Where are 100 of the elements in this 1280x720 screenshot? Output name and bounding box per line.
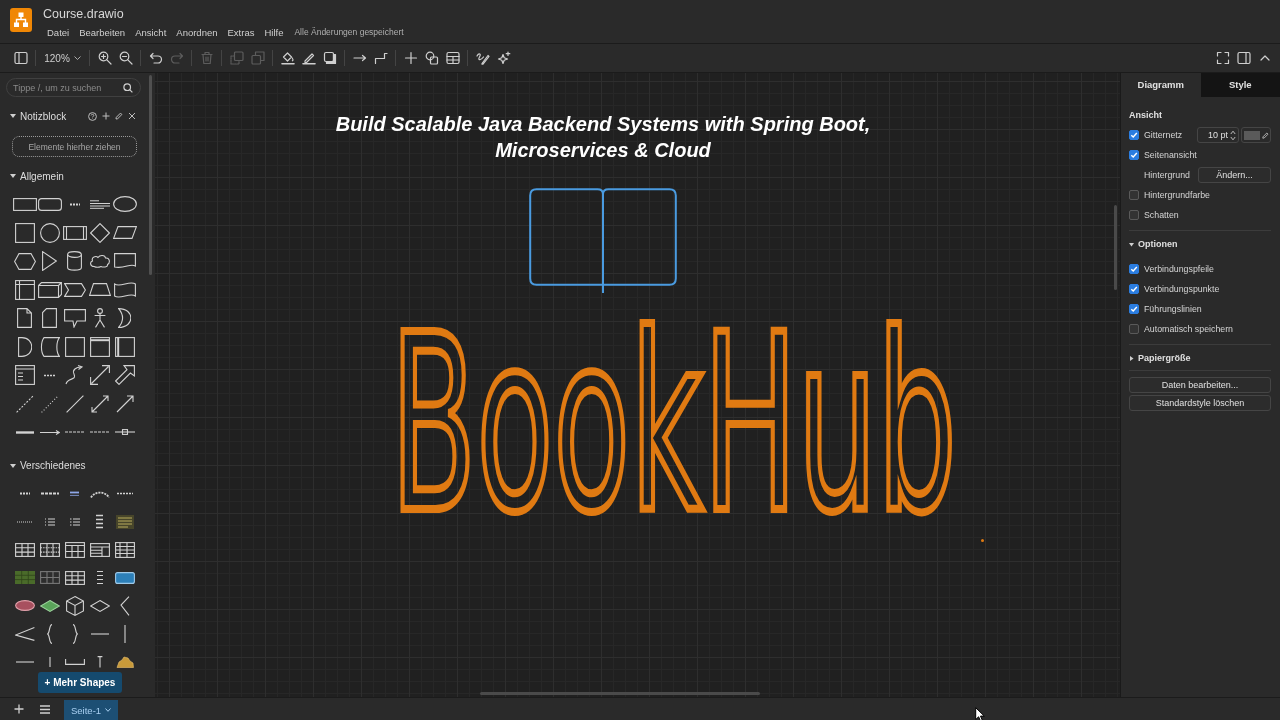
caret-down-icon[interactable] (10, 173, 16, 179)
diamond-shape-icon[interactable] (89, 222, 110, 243)
checkbox[interactable] (1129, 324, 1139, 334)
block-arrow-shape-icon[interactable] (114, 365, 135, 386)
dashed-bar-icon[interactable] (40, 492, 59, 495)
cube-shape-icon[interactable] (37, 281, 62, 298)
bulleted-list-shape-icon[interactable] (44, 517, 55, 526)
dashed-line-shape-icon[interactable] (15, 394, 34, 413)
section-title[interactable]: Verschiedenes (20, 460, 86, 471)
caret-down-icon[interactable] (10, 113, 16, 119)
fullscreen-icon[interactable] (1215, 51, 1230, 65)
checkbox[interactable] (1129, 264, 1139, 274)
paint-bucket-icon[interactable] (280, 51, 295, 65)
numbered-list-shape-icon[interactable] (69, 517, 80, 526)
rock-icon[interactable] (115, 655, 134, 668)
callout-shape-icon[interactable] (63, 308, 86, 328)
checkbox[interactable] (1129, 190, 1139, 200)
menu-item[interactable]: Bearbeiten (74, 26, 131, 39)
table-icon[interactable] (445, 51, 460, 65)
card-shape-icon[interactable] (42, 308, 57, 329)
search-icon[interactable] (123, 82, 133, 93)
menu-item[interactable]: Anordnen (171, 26, 223, 39)
tape-shape-icon[interactable] (113, 280, 136, 299)
cylinder-shape-icon[interactable] (67, 251, 82, 272)
pencil-icon[interactable] (301, 51, 316, 65)
hexagon-shape-icon[interactable] (13, 252, 36, 270)
textbox-shape-icon[interactable] (89, 199, 110, 209)
checkbox[interactable] (1129, 130, 1139, 140)
note-block-shape-icon[interactable] (115, 514, 134, 529)
dashed-connector-shape-icon[interactable] (89, 430, 110, 435)
process-shape-icon[interactable] (62, 225, 87, 240)
underline-shape-icon[interactable] (70, 491, 79, 496)
document-title[interactable]: Course.drawio (43, 6, 124, 22)
rounded-rectangle-shape-icon[interactable] (114, 571, 135, 584)
shadow-icon[interactable] (322, 51, 337, 65)
plus-icon[interactable] (102, 112, 110, 120)
thick-line-shape-icon[interactable] (15, 430, 34, 434)
section-title[interactable]: Notizblock (20, 110, 67, 122)
actor-shape-icon[interactable] (93, 308, 106, 329)
vertical-container-shape-icon[interactable] (114, 336, 135, 357)
menu-item[interactable]: Ansicht (130, 26, 172, 39)
item-list-shape-icon[interactable] (95, 513, 104, 530)
square-shape-icon[interactable] (14, 222, 35, 243)
double-arrow-shape-icon[interactable] (89, 365, 110, 386)
cube-shape-icon[interactable] (65, 595, 84, 616)
square-shape-icon[interactable] (64, 336, 85, 357)
freehand-icon[interactable] (475, 51, 490, 65)
plus-icon[interactable] (14, 704, 24, 714)
right-brace-shape-icon[interactable] (71, 623, 78, 644)
help-icon[interactable] (88, 111, 97, 121)
horizontal-scrollbar[interactable] (480, 692, 760, 695)
checkbox[interactable] (1129, 284, 1139, 294)
table-with-header-shape-icon[interactable] (64, 541, 85, 558)
zoom-out-icon[interactable] (118, 51, 133, 65)
dotted-bar-icon[interactable] (69, 202, 80, 206)
grid-size-field[interactable]: 10 pt (1197, 127, 1239, 143)
container-shape-icon[interactable] (89, 336, 110, 357)
bracket-shape-icon[interactable] (64, 658, 85, 665)
more-shapes-button[interactable]: + Mehr Shapes (38, 672, 122, 693)
line-shape-icon[interactable] (65, 394, 84, 413)
plus-icon[interactable] (403, 51, 418, 65)
change-background-button[interactable]: Ändern... (1198, 167, 1271, 183)
parallelogram-shape-icon[interactable] (112, 226, 137, 240)
sidebar-panel-icon[interactable] (13, 51, 28, 65)
menu-item[interactable]: Extras (222, 26, 260, 39)
document-shape-icon[interactable] (113, 253, 136, 270)
curved-arrow-shape-icon[interactable] (64, 365, 85, 386)
angled-line-shape-icon[interactable] (14, 626, 35, 641)
list-table-shape-icon[interactable] (89, 542, 110, 557)
elbow-connector-icon[interactable] (373, 51, 388, 65)
dotted-bar-icon[interactable] (116, 492, 133, 495)
rectangle-shape-icon[interactable] (12, 197, 37, 211)
internal-storage-shape-icon[interactable] (14, 279, 35, 300)
search-field[interactable]: Tippe /, um zu suchen (6, 78, 141, 97)
diamond-shape-icon[interactable] (89, 599, 110, 612)
chevron-shape-icon[interactable] (119, 595, 130, 616)
vertical-list-shape-icon[interactable] (95, 569, 104, 586)
data-storage-shape-icon[interactable] (39, 336, 60, 357)
spinner-arrows-icon[interactable] (1230, 129, 1236, 141)
cloud-shape-icon[interactable] (88, 254, 111, 269)
vertical-line-shape-icon[interactable] (48, 656, 51, 667)
caret-down-icon[interactable] (1129, 241, 1134, 247)
dotted-bar-icon[interactable] (44, 373, 55, 377)
sparkles-icon[interactable] (496, 51, 511, 65)
panel-button[interactable]: Standardstyle löschen (1129, 395, 1271, 411)
shapes-icon[interactable] (424, 51, 439, 65)
page-tab[interactable]: Seite-1 (64, 700, 119, 720)
panel-button[interactable]: Daten bearbeiten... (1129, 377, 1271, 393)
sidebar-scrollbar[interactable] (149, 75, 152, 275)
crescent-shape-icon[interactable] (118, 308, 131, 329)
section-title[interactable]: Papiergröße (1138, 353, 1191, 363)
note-shape-icon[interactable] (17, 308, 32, 329)
dotted-bar-icon[interactable] (19, 492, 30, 495)
half-circle-shape-icon[interactable] (17, 336, 32, 357)
menu-icon[interactable] (40, 705, 50, 714)
caret-down-icon[interactable] (10, 462, 16, 469)
left-brace-shape-icon[interactable] (46, 623, 53, 644)
horizontal-rule-shape-icon[interactable] (16, 520, 33, 523)
diamond-shape-icon[interactable] (39, 599, 60, 612)
ellipse-shape-icon[interactable] (14, 600, 35, 611)
